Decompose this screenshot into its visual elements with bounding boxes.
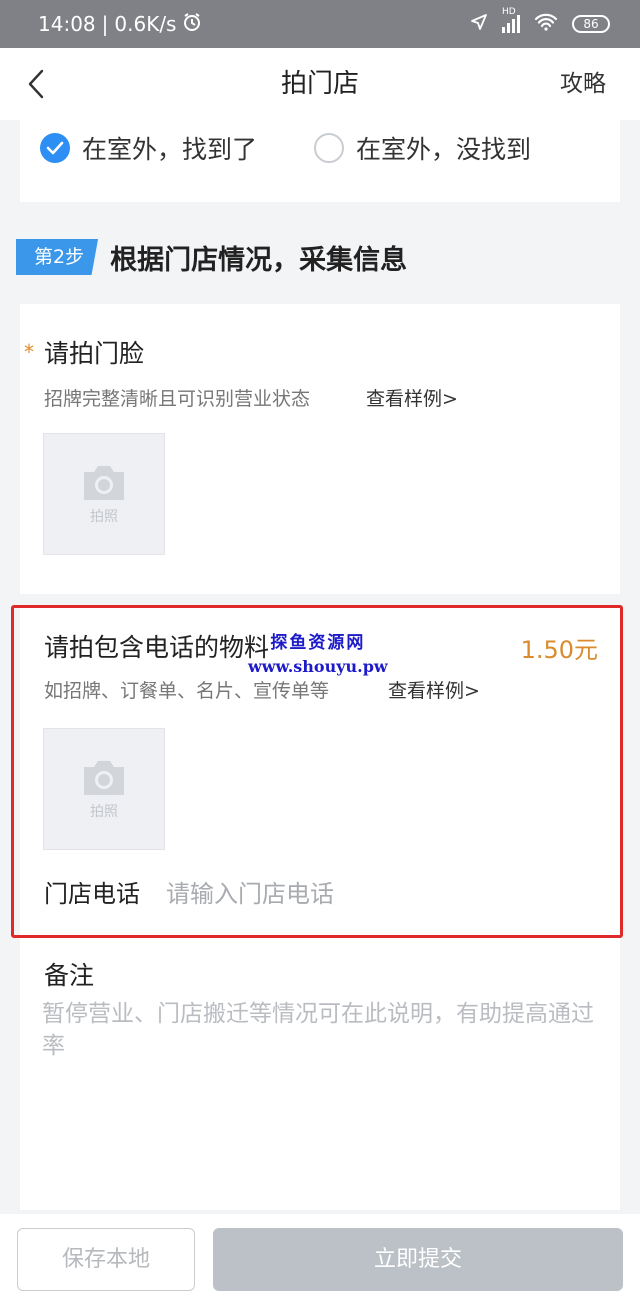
- status-right: HD 86: [470, 7, 610, 36]
- required-mark: *: [24, 340, 34, 364]
- checkmark-icon: [40, 133, 70, 163]
- step-header: 第2步 根据门店情况，采集信息: [16, 236, 407, 278]
- status-separator: |: [101, 12, 109, 36]
- camera-icon: [84, 761, 124, 795]
- storefront-desc: 招牌完整清晰且可识别营业状态: [44, 388, 311, 410]
- chevron-left-icon: [28, 69, 44, 99]
- storefront-photo-section: * 请拍门脸 招牌完整清晰且可识别营业状态 查看样例> 拍照: [20, 304, 620, 594]
- submit-button[interactable]: 立即提交: [213, 1228, 623, 1291]
- save-local-button[interactable]: 保存本地: [17, 1228, 195, 1291]
- radio-not-found-outdoor[interactable]: 在室外，没找到: [314, 130, 531, 166]
- radio-label: 在室外，找到了: [82, 135, 258, 164]
- location-arrow-icon: [470, 12, 488, 36]
- reward-amount: 1.50元: [520, 636, 598, 664]
- phone-material-desc: 如招牌、订餐单、名片、宣传单等: [44, 680, 330, 702]
- remark-textarea[interactable]: 暂停营业、门店搬迁等情况可在此说明，有助提高通过率: [42, 998, 602, 1062]
- radio-unchecked-icon: [314, 133, 344, 163]
- phone-material-title: 请拍包含电话的物料: [44, 633, 270, 662]
- status-time: 14:08: [38, 12, 96, 36]
- signal-bar: [517, 15, 520, 33]
- signal-bar: [507, 23, 510, 33]
- storefront-example-link[interactable]: 查看样例>: [366, 384, 458, 411]
- storefront-title: 请拍门脸: [44, 339, 145, 368]
- signal-icon: HD: [502, 7, 520, 33]
- signal-hd-label: HD: [502, 7, 516, 17]
- step-badge: 第2步: [16, 239, 99, 275]
- battery-icon: 86: [572, 15, 610, 33]
- store-phone-input[interactable]: 请输入门店电话: [166, 874, 334, 909]
- signal-bar: [502, 27, 505, 33]
- camera-icon: [84, 466, 124, 500]
- alarm-icon: [182, 12, 202, 37]
- guide-link[interactable]: 攻略: [560, 48, 606, 120]
- watermark-url: www.shouyu.pw: [248, 657, 388, 676]
- storefront-photo-button[interactable]: 拍照: [43, 433, 165, 555]
- location-options-card: 在室外，找到了 在室外，没找到: [20, 120, 620, 202]
- nav-bar: 拍门店 攻略: [0, 48, 640, 120]
- phone-material-example-link[interactable]: 查看样例>: [388, 676, 480, 703]
- page-title: 拍门店: [280, 69, 359, 99]
- wifi-icon: [534, 12, 558, 36]
- store-phone-row: 门店电话 请输入门店电话: [44, 874, 334, 909]
- radio-label: 在室外，没找到: [356, 135, 532, 164]
- back-button[interactable]: [16, 62, 56, 106]
- store-phone-label: 门店电话: [44, 880, 140, 908]
- status-left: 14:08 | 0.6K/s: [38, 12, 202, 37]
- phone-material-photo-button[interactable]: 拍照: [43, 728, 165, 850]
- bottom-action-bar: 保存本地 立即提交: [0, 1214, 640, 1305]
- status-bar: 14:08 | 0.6K/s HD 86: [0, 0, 640, 48]
- photo-label: 拍照: [90, 804, 118, 820]
- remark-title: 备注: [44, 961, 95, 990]
- signal-bar: [512, 19, 515, 33]
- watermark: 探鱼资源网 www.shouyu.pw: [248, 628, 388, 676]
- step-title: 根据门店情况，采集信息: [110, 244, 408, 276]
- remark-section: 备注 暂停营业、门店搬迁等情况可在此说明，有助提高通过率: [20, 940, 620, 1210]
- photo-label: 拍照: [90, 509, 118, 525]
- watermark-title: 探鱼资源网: [270, 633, 366, 653]
- radio-found-outdoor[interactable]: 在室外，找到了: [40, 130, 257, 166]
- status-speed: 0.6K/s: [114, 12, 177, 36]
